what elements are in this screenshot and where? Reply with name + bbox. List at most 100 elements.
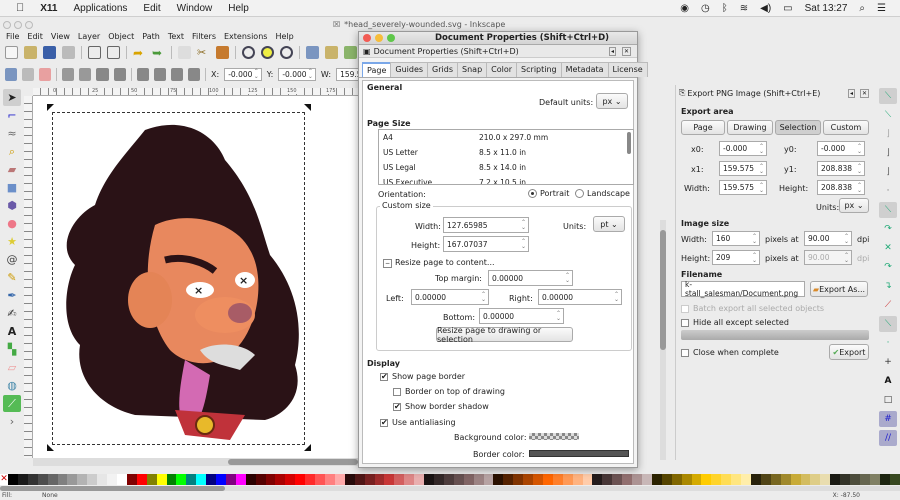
select-all-layers-icon[interactable]: [22, 67, 35, 81]
right-margin-input[interactable]: 0.00000 ⌃ ⌄: [538, 289, 622, 305]
color-swatch[interactable]: [533, 474, 543, 485]
paint-bucket-tool-icon[interactable]: ◍: [3, 377, 21, 394]
color-swatch[interactable]: [334, 474, 345, 485]
snap-cusp-nodes-icon[interactable]: ↷: [879, 259, 897, 275]
image-height-input[interactable]: 209 ⌃ ⌄: [712, 250, 760, 265]
color-swatch[interactable]: [750, 474, 761, 485]
color-swatch[interactable]: [285, 474, 296, 485]
y0-input[interactable]: -0.000 ⌃ ⌄: [817, 141, 865, 156]
snap-intersections-icon[interactable]: ✕: [879, 240, 897, 256]
color-swatch[interactable]: [760, 474, 771, 485]
paste-icon[interactable]: [216, 45, 229, 59]
dialog-minimize-button[interactable]: [375, 34, 383, 42]
color-swatch[interactable]: [87, 474, 98, 485]
color-swatch[interactable]: [57, 474, 68, 485]
spotlight-icon[interactable]: ⌕: [859, 3, 865, 14]
x0-input[interactable]: -0.000 ⌃ ⌄: [719, 141, 767, 156]
snap-bbox-corner-icon[interactable]: ⌋: [879, 145, 897, 161]
redo-icon[interactable]: ➥: [152, 46, 165, 60]
color-swatch[interactable]: [711, 474, 722, 485]
color-swatch[interactable]: [542, 474, 553, 485]
height-input[interactable]: 167.07037 ⌃ ⌄: [443, 236, 529, 252]
eraser-tool-icon[interactable]: ▱: [3, 359, 21, 376]
color-swatch[interactable]: [463, 474, 474, 485]
save-icon[interactable]: [43, 45, 56, 59]
color-swatch[interactable]: [483, 474, 494, 485]
snap-page-border-icon[interactable]: □: [879, 392, 897, 408]
color-swatch[interactable]: [651, 474, 662, 485]
tab-color[interactable]: Color: [486, 62, 518, 77]
color-swatch[interactable]: [17, 474, 28, 485]
list-item[interactable]: A4 210.0 x 297.0 mm: [379, 130, 633, 145]
x-input[interactable]: -0.000 ⌃ ⌄: [224, 67, 262, 81]
snap-bbox-center-icon[interactable]: ·: [879, 183, 897, 199]
units-select[interactable]: pt ⌄: [593, 216, 625, 232]
list-item[interactable]: US Letter 8.5 x 11.0 in: [379, 145, 633, 160]
color-swatch[interactable]: [622, 474, 633, 485]
color-swatch[interactable]: [592, 474, 603, 485]
top-margin-input[interactable]: 0.00000 ⌃ ⌄: [488, 270, 573, 286]
print-icon[interactable]: [62, 45, 75, 59]
snap-others-icon[interactable]: ⟍: [879, 316, 897, 332]
resize-to-drawing-button[interactable]: Resize page to drawing or selection: [436, 326, 573, 344]
color-swatch[interactable]: [691, 474, 702, 485]
list-item[interactable]: US Legal 8.5 x 14.0 in: [379, 160, 633, 175]
color-swatch[interactable]: [275, 474, 286, 485]
filename-input[interactable]: k-stall_salesman/Document.png: [681, 280, 805, 298]
apple-icon[interactable]: : [16, 2, 24, 14]
select-all-icon[interactable]: [5, 67, 18, 81]
color-swatch[interactable]: [255, 474, 266, 485]
deselect-icon[interactable]: [39, 67, 52, 81]
color-swatch[interactable]: [404, 474, 415, 485]
snap-midpoints-icon[interactable]: ⟋: [879, 297, 897, 313]
creative-cloud-icon[interactable]: ◉: [680, 3, 689, 14]
color-swatch[interactable]: [196, 474, 207, 485]
border-color-swatch[interactable]: [529, 450, 629, 457]
page-size-list[interactable]: A4 210.0 x 297.0 mm US Letter 8.5 x 11.0 i…: [378, 129, 634, 185]
tweak-tool-icon[interactable]: ≈: [3, 125, 21, 142]
color-swatch[interactable]: [790, 474, 801, 485]
y1-input[interactable]: 208.838 ⌃ ⌄: [817, 161, 865, 176]
resize-expander[interactable]: − Resize page to content...: [383, 258, 495, 268]
connector-tool-icon[interactable]: ⟋: [3, 395, 21, 412]
time-machine-icon[interactable]: ◷: [701, 3, 710, 14]
dock-button-icon[interactable]: ◂: [608, 46, 616, 56]
clock[interactable]: Sat 13:27: [805, 3, 848, 14]
show-border-shadow-checkbox[interactable]: ✔ Show border shadow: [393, 402, 489, 411]
mac-menu-help[interactable]: Help: [228, 3, 249, 14]
cut-icon[interactable]: ✂: [197, 46, 210, 59]
color-swatch[interactable]: [414, 474, 425, 485]
snap-nodes-icon[interactable]: ⟍: [879, 202, 897, 218]
color-swatch[interactable]: [453, 474, 464, 485]
color-swatch[interactable]: [166, 474, 177, 485]
color-swatch[interactable]: [295, 474, 306, 485]
export-as-button[interactable]: ▰ Export As...: [810, 281, 868, 297]
color-swatch[interactable]: [315, 474, 325, 485]
mac-menu-applications[interactable]: Applications: [74, 3, 128, 14]
snap-paths-icon[interactable]: ↷: [879, 221, 897, 237]
color-swatch[interactable]: [97, 474, 108, 485]
unlink-clone-icon[interactable]: [344, 45, 357, 59]
color-swatch[interactable]: [612, 474, 623, 485]
zoom-window-button[interactable]: [25, 20, 33, 29]
close-window-button[interactable]: [3, 20, 11, 29]
measure-tool-icon[interactable]: ▰: [3, 161, 21, 178]
color-swatch[interactable]: [305, 474, 316, 485]
calligraphy-tool-icon[interactable]: ✍: [3, 305, 21, 322]
export-button[interactable]: ✔ Export: [829, 344, 869, 360]
menu-text[interactable]: Text: [168, 32, 184, 41]
color-swatch[interactable]: [513, 474, 524, 485]
snap-text-baseline-icon[interactable]: A: [879, 373, 897, 389]
color-swatch[interactable]: [67, 474, 78, 485]
pencil-tool-icon[interactable]: ✎: [3, 269, 21, 286]
use-antialiasing-checkbox[interactable]: ✔ Use antialiasing: [380, 418, 456, 427]
page-size-scrollbar[interactable]: [627, 132, 631, 154]
snap-bbox-midpoint-icon[interactable]: ⌋: [879, 164, 897, 180]
snap-rotation-center-icon[interactable]: +: [879, 354, 897, 370]
duplicate-icon[interactable]: [306, 45, 319, 59]
mac-menu-window[interactable]: Window: [177, 3, 213, 14]
bottom-margin-input[interactable]: 0.00000 ⌃ ⌄: [479, 308, 564, 324]
new-document-icon[interactable]: [5, 45, 18, 59]
snap-bbox-icon[interactable]: ⟍: [879, 107, 897, 123]
default-units-select[interactable]: px ⌄: [596, 93, 628, 109]
